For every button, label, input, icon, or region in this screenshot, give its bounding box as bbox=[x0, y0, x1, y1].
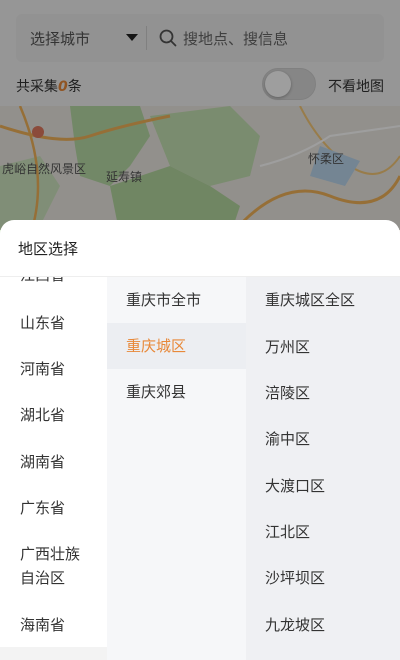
province-item-hubei[interactable]: 湖北省 bbox=[20, 403, 65, 427]
app-screen: 选择城市 搜地点、搜信息 共采集0条 不看地图 虎峪自然风景区 延寿镇 怀柔区 … bbox=[0, 0, 400, 660]
district-item-yuzhong[interactable]: 渝中区 bbox=[265, 427, 310, 451]
city-item-suburban[interactable]: 重庆郊县 bbox=[107, 369, 246, 415]
province-item-guangdong[interactable]: 广东省 bbox=[20, 496, 65, 520]
district-item-jiangbei[interactable]: 江北区 bbox=[265, 520, 310, 544]
modal-backdrop[interactable] bbox=[0, 0, 400, 230]
province-item-henan[interactable]: 河南省 bbox=[20, 357, 65, 381]
province-item-hunan[interactable]: 湖南省 bbox=[20, 450, 65, 474]
region-picker: 江西省 山东省 河南省 湖北省 湖南省 广东省 广西壮族 自治区 海南省 重庆市… bbox=[0, 276, 400, 660]
city-item-urban-selected[interactable]: 重庆城区 bbox=[107, 323, 246, 369]
district-item-shapingba[interactable]: 沙坪坝区 bbox=[265, 566, 325, 590]
district-item-jiulongpo[interactable]: 九龙坡区 bbox=[265, 613, 325, 637]
sheet-title: 地区选择 bbox=[18, 240, 79, 258]
district-item-fuling[interactable]: 涪陵区 bbox=[265, 381, 310, 405]
province-item-shandong[interactable]: 山东省 bbox=[20, 311, 65, 335]
region-select-sheet: 地区选择 江西省 山东省 河南省 湖北省 湖南省 广东省 广西壮族 自治区 海南… bbox=[0, 220, 400, 660]
city-list[interactable]: 重庆市全市 重庆城区 重庆郊县 bbox=[107, 277, 246, 660]
city-item-all[interactable]: 重庆市全市 bbox=[107, 277, 246, 323]
district-list[interactable]: 重庆城区全区 万州区 涪陵区 渝中区 大渡口区 江北区 沙坪坝区 九龙坡区 bbox=[246, 277, 400, 660]
province-item-jiangxi[interactable]: 江西省 bbox=[20, 277, 65, 287]
province-item-guangxi-line1[interactable]: 广西壮族 bbox=[20, 542, 80, 566]
province-list[interactable]: 江西省 山东省 河南省 湖北省 湖南省 广东省 广西壮族 自治区 海南省 bbox=[0, 277, 107, 647]
province-item-guangxi-line2[interactable]: 自治区 bbox=[20, 566, 65, 590]
province-list-footer bbox=[0, 647, 107, 660]
province-item-hainan[interactable]: 海南省 bbox=[20, 613, 65, 637]
district-item-dadukou[interactable]: 大渡口区 bbox=[265, 474, 325, 498]
district-item-all[interactable]: 重庆城区全区 bbox=[265, 288, 355, 312]
district-item-wanzhou[interactable]: 万州区 bbox=[265, 335, 310, 359]
